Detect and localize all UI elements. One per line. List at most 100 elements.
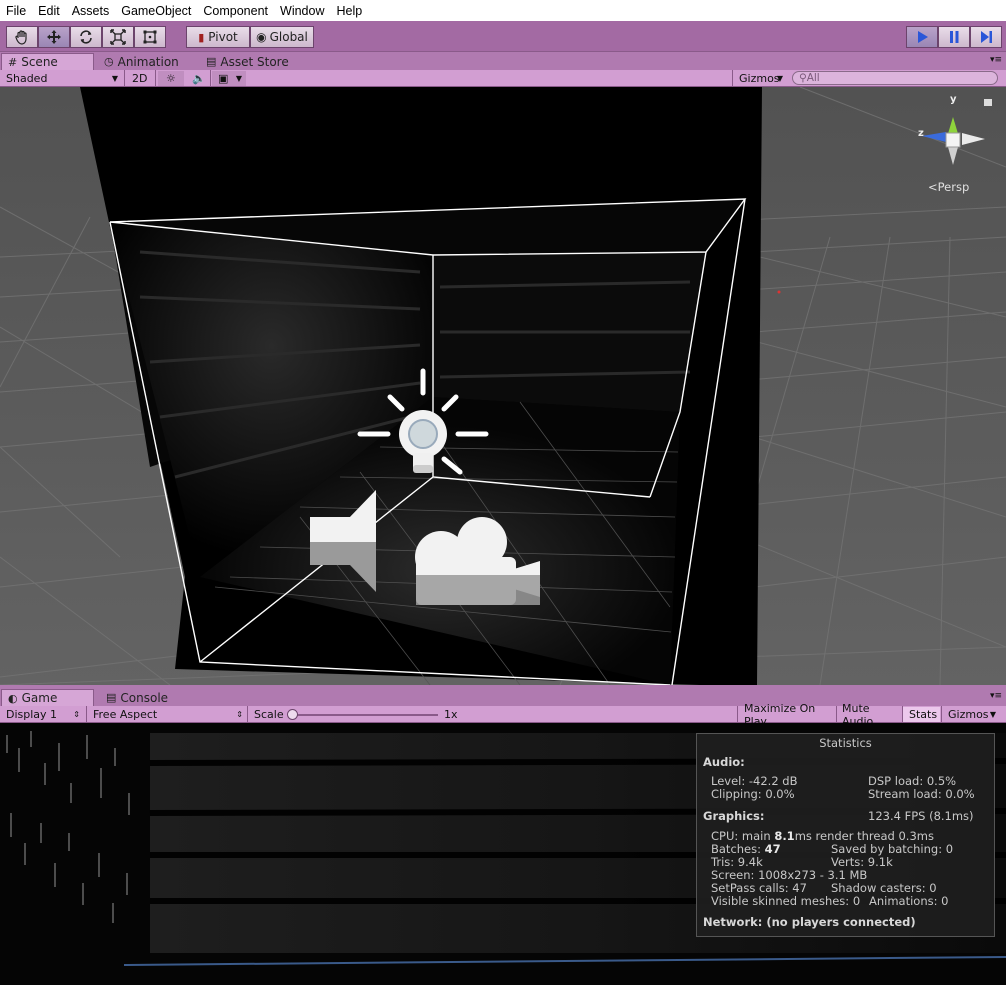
cpu-main-value: 8.1: [774, 829, 795, 843]
scale-slider-thumb[interactable]: [287, 709, 298, 720]
perspective-toggle[interactable]: <Persp: [928, 180, 969, 194]
tab-scene-label: Scene: [21, 55, 58, 69]
store-icon: ▤: [206, 55, 217, 68]
step-button[interactable]: [970, 26, 1002, 48]
axis-y-label: y: [950, 94, 957, 105]
tab-console[interactable]: ▤ Console: [100, 689, 180, 706]
tab-game[interactable]: ◐ Game: [1, 689, 94, 706]
global-toggle-button[interactable]: ◉ Global: [250, 26, 314, 48]
game-options-bar: Display 1 ⇕ Free Aspect ⇕ Scale 1x Maxim…: [0, 702, 1006, 728]
pivot-icon: ▮: [198, 30, 205, 44]
clock-icon: ◷: [104, 55, 114, 68]
shadow-casters: Shadow casters: 0: [831, 881, 937, 895]
aspect-dropdown[interactable]: Free Aspect ⇕: [87, 707, 247, 722]
move-tool-button[interactable]: [38, 26, 70, 48]
pivot-label: Pivot: [208, 30, 238, 44]
tab-scene[interactable]: # Scene: [1, 53, 94, 70]
menu-file[interactable]: File: [0, 4, 32, 18]
menu-assets[interactable]: Assets: [66, 4, 116, 18]
toggle-2d-label: 2D: [132, 72, 148, 85]
scene-gizmos-dropdown[interactable]: Gizmos ▼: [733, 71, 787, 86]
globe-icon: ◉: [256, 30, 267, 44]
scene-search-input[interactable]: ⚲All: [792, 71, 998, 85]
cpu-prefix: CPU: main: [711, 829, 775, 843]
axis-z-label: z: [918, 128, 924, 139]
dsp-load: DSP load: 0.5%: [868, 774, 957, 788]
chevron-down-icon: ▼: [989, 710, 996, 719]
pause-button[interactable]: [938, 26, 970, 48]
chevron-down-icon: ▼: [111, 74, 118, 83]
shading-mode-dropdown[interactable]: Shaded ▼: [0, 71, 122, 86]
maximize-on-play-button[interactable]: Maximize On Play: [738, 702, 835, 728]
tab-animation-label: Animation: [117, 54, 179, 69]
move-icon: [47, 30, 61, 44]
perspective-icon: <: [928, 180, 938, 194]
panel-menu-icon[interactable]: ▾≡: [990, 691, 1002, 701]
game-gizmos-dropdown[interactable]: Gizmos ▼: [942, 707, 1000, 722]
cpu-suffix: ms render thread 0.3ms: [794, 829, 934, 843]
menu-component[interactable]: Component: [197, 4, 274, 18]
effects-dropdown[interactable]: ▣ ▼: [212, 71, 246, 86]
visible-skinned-meshes: Visible skinned meshes: 0: [711, 894, 861, 908]
pivot-toggle-button[interactable]: ▮ Pivot: [186, 26, 250, 48]
scale-tool-button[interactable]: [102, 26, 134, 48]
tab-console-label: Console: [120, 690, 169, 705]
audio-toggle-button[interactable]: 🔈: [186, 71, 210, 86]
rotate-icon: [80, 30, 92, 44]
chevron-down-icon: ▼: [235, 74, 242, 83]
batches-value: 47: [764, 842, 781, 856]
scale-icon: [110, 29, 126, 45]
panel-menu-icon[interactable]: ▾≡: [990, 55, 1002, 65]
saved-by-batching: Saved by batching: 0: [831, 842, 954, 856]
tab-asset-store-label: Asset Store: [220, 54, 289, 69]
audio-level: Level: -42.2 dB: [711, 774, 798, 788]
animations-count: Animations: 0: [869, 894, 949, 908]
tab-animation[interactable]: ◷ Animation: [98, 53, 198, 70]
network-status: Network: (no players connected): [703, 915, 916, 929]
speaker-icon: 🔈: [192, 72, 206, 85]
play-button[interactable]: [906, 26, 938, 48]
global-label: Global: [269, 30, 308, 44]
lighting-toggle-button[interactable]: ☼: [158, 71, 184, 86]
stream-load: Stream load: 0.0%: [868, 787, 975, 801]
rotate-tool-button[interactable]: [70, 26, 102, 48]
step-icon: [981, 31, 992, 43]
scene-canvas: [0, 87, 1006, 685]
scene-gizmos-label: Gizmos: [739, 72, 780, 85]
aspect-label: Free Aspect: [93, 708, 158, 721]
statistics-panel: Statistics Audio: Level: -42.2 dB DSP lo…: [696, 733, 995, 937]
menu-edit[interactable]: Edit: [32, 4, 66, 18]
scale-value: 1x: [444, 708, 458, 721]
search-icon: ⚲: [799, 72, 807, 84]
batches: Batches: 47: [711, 842, 781, 856]
chevron-down-icon: ▼: [776, 74, 783, 83]
menu-help[interactable]: Help: [330, 4, 368, 18]
mute-audio-button[interactable]: Mute Audio: [836, 702, 902, 728]
scene-view[interactable]: y z <Persp: [0, 87, 1006, 685]
setpass-calls: SetPass calls: 47: [711, 881, 807, 895]
lock-icon[interactable]: [984, 99, 992, 106]
tab-asset-store[interactable]: ▤ Asset Store: [200, 53, 310, 70]
menu-window[interactable]: Window: [274, 4, 330, 18]
scene-options-bar: Shaded ▼ 2D ☼ 🔈 ▣ ▼ Gizmos ▼ ⚲All: [0, 70, 1006, 87]
play-icon: [918, 31, 928, 43]
display-dropdown[interactable]: Display 1 ⇕: [0, 707, 84, 722]
audio-clipping: Clipping: 0.0%: [711, 787, 795, 801]
graphics-header: Graphics:: [703, 809, 765, 823]
menu-gameobject[interactable]: GameObject: [115, 4, 197, 18]
scale-label: Scale: [254, 708, 284, 721]
menu-bar: File Edit Assets GameObject Component Wi…: [0, 0, 1006, 21]
batches-prefix: Batches:: [711, 842, 765, 856]
toggle-2d-button[interactable]: 2D: [126, 71, 152, 86]
console-icon: ▤: [106, 691, 117, 704]
stats-button[interactable]: Stats: [903, 707, 940, 722]
screen-info: Screen: 1008x273 - 3.1 MB: [711, 868, 868, 882]
scale-slider[interactable]: [287, 709, 438, 720]
rect-tool-button[interactable]: [134, 26, 166, 48]
main-toolbar: ▮ Pivot ◉ Global: [0, 21, 1006, 52]
game-icon: ◐: [8, 691, 18, 705]
tris-count: Tris: 9.4k: [711, 855, 763, 869]
hand-icon: [15, 30, 27, 45]
sun-icon: ☼: [166, 72, 176, 85]
hand-tool-button[interactable]: [6, 26, 38, 48]
